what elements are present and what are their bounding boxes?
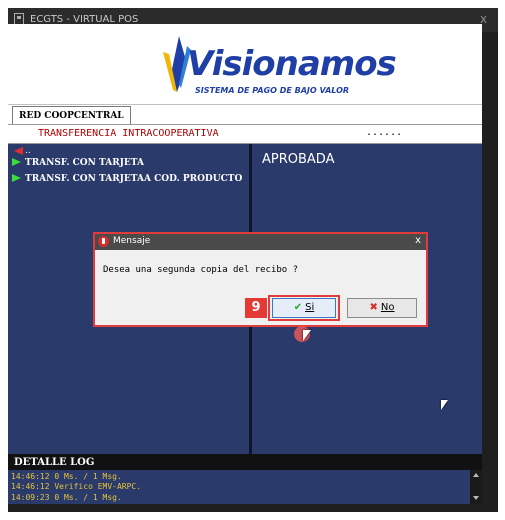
no-button[interactable]: ✖ No [347,298,417,318]
tab-bar: RED COOPCENTRAL [8,104,482,125]
tab-red-coopcentral[interactable]: RED COOPCENTRAL [12,106,131,125]
x-icon: ✖ [369,302,378,313]
menu-item-label: TRANSF. CON TARJETAA COD. PRODUCTO [25,174,243,184]
log-line: 14:09:23 0 Ms. / 1 Msg. [11,493,122,502]
mouse-cursor-icon [441,400,448,410]
back-arrow-icon [14,147,23,155]
status-text: APROBADA [262,152,335,167]
log-title: DETALLE LOG [14,457,95,468]
transaction-label: TRANSFERENCIA INTRACOOPERATIVA [38,128,219,139]
no-label: No [380,302,395,313]
back-label: .. [25,146,31,156]
logo: Visionamos SISTEMA DE PAGO DE BAJO VALOR [153,32,397,100]
back-menu-item[interactable]: .. [8,144,68,156]
green-arrow-icon [12,158,21,166]
log-body: 14:46:12 0 Ms. / 1 Msg. 14:46:12 Verific… [8,470,470,504]
scroll-up-icon[interactable] [473,473,479,477]
menu-item-label: TRANSF. CON TARJETA [25,158,144,168]
log-line: 14:46:12 Verifico EMV-ARPC. [11,482,142,491]
step-badge: 9 [245,298,267,318]
log-panel: DETALLE LOG 14:46:12 0 Ms. / 1 Msg. 14:4… [8,454,482,504]
menu-item-transf-cod-producto[interactable]: TRANSF. CON TARJETAA COD. PRODUCTO [12,173,242,186]
log-line: 14:46:12 0 Ms. / 1 Msg. [11,472,122,481]
menu-item-transf-tarjeta[interactable]: TRANSF. CON TARJETA [12,157,144,170]
transaction-bar: TRANSFERENCIA INTRACOOPERATIVA ...... [8,124,482,144]
banner: Visionamos SISTEMA DE PAGO DE BAJO VALOR [8,24,482,104]
log-scrollbar[interactable] [470,470,482,504]
transaction-dots: ...... [366,127,403,138]
scroll-down-icon[interactable] [473,496,479,500]
green-arrow-icon [12,174,21,182]
logo-text: Visionamos [187,44,397,84]
mouse-cursor-icon [303,330,311,341]
logo-tagline: SISTEMA DE PAGO DE BAJO VALOR [195,86,350,95]
yes-button-highlight [268,295,340,321]
